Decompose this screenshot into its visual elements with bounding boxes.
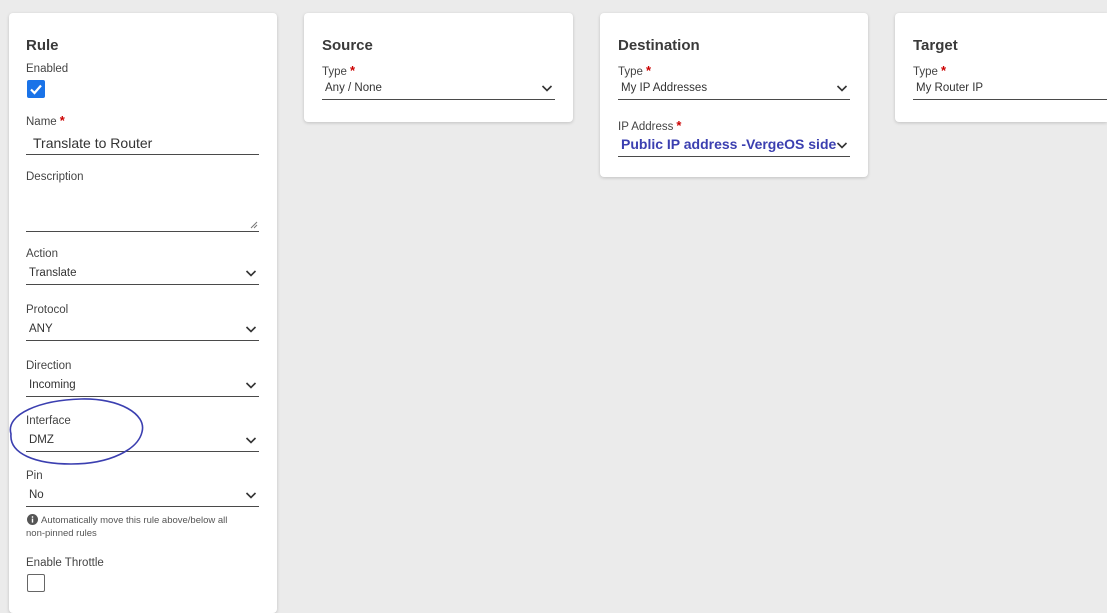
target-card: Target Type * My Router IP — [895, 13, 1107, 122]
protocol-select[interactable]: ANY — [26, 321, 259, 341]
action-select[interactable]: Translate — [26, 265, 259, 285]
chevron-down-icon — [836, 85, 848, 92]
source-type-select[interactable]: Any / None — [322, 80, 555, 100]
chevron-down-icon — [541, 85, 553, 92]
name-input-value: Translate to Router — [33, 135, 153, 151]
ip-address-label: IP Address * — [618, 118, 682, 133]
target-type-select[interactable]: My Router IP — [913, 80, 1107, 100]
required-asterisk: * — [676, 118, 682, 133]
direction-select[interactable]: Incoming — [26, 377, 259, 397]
required-asterisk: * — [940, 63, 946, 78]
enabled-checkbox[interactable] — [27, 80, 45, 98]
enable-throttle-checkbox[interactable] — [27, 574, 45, 592]
required-asterisk: * — [349, 63, 355, 78]
resize-grip-icon[interactable] — [250, 221, 258, 229]
name-label: Name * — [26, 113, 65, 128]
chevron-down-icon — [836, 142, 848, 149]
source-card: Source Type * Any / None — [304, 13, 573, 122]
destination-card: Destination Type * My IP Addresses IP Add… — [600, 13, 868, 177]
enable-throttle-label: Enable Throttle — [26, 557, 104, 569]
target-type-label: Type * — [913, 63, 946, 78]
pin-hint: Automatically move this rule above/below… — [26, 515, 228, 539]
required-asterisk: * — [645, 63, 651, 78]
interface-select[interactable]: DMZ — [26, 432, 259, 452]
protocol-label: Protocol — [26, 304, 69, 316]
chevron-down-icon — [245, 382, 257, 389]
ip-address-select[interactable]: Public IP address -VergeOS side — [618, 135, 850, 157]
chevron-down-icon — [245, 270, 257, 277]
chevron-down-icon — [245, 492, 257, 499]
pin-label: Pin — [26, 470, 43, 482]
interface-label: Interface — [26, 415, 71, 427]
pin-select[interactable]: No — [26, 487, 259, 507]
rule-card-title: Rule — [26, 37, 59, 54]
chevron-down-icon — [245, 437, 257, 444]
checkmark-icon — [30, 84, 42, 95]
destination-type-label: Type * — [618, 63, 651, 78]
direction-label: Direction — [26, 360, 72, 372]
action-label: Action — [26, 248, 58, 260]
required-asterisk: * — [59, 113, 65, 128]
description-textarea[interactable] — [26, 191, 259, 232]
ip-address-value: Public IP address -VergeOS side — [621, 136, 837, 152]
destination-type-select[interactable]: My IP Addresses — [618, 80, 850, 100]
enabled-label: Enabled — [26, 63, 69, 75]
destination-card-title: Destination — [618, 37, 700, 54]
source-type-label: Type * — [322, 63, 355, 78]
source-card-title: Source — [322, 37, 373, 54]
chevron-down-icon — [245, 326, 257, 333]
rule-card: Rule Enabled Name * Translate to Router D… — [9, 13, 277, 613]
target-card-title: Target — [913, 37, 958, 54]
description-label: Description — [26, 171, 84, 183]
name-input[interactable]: Translate to Router — [26, 132, 259, 155]
